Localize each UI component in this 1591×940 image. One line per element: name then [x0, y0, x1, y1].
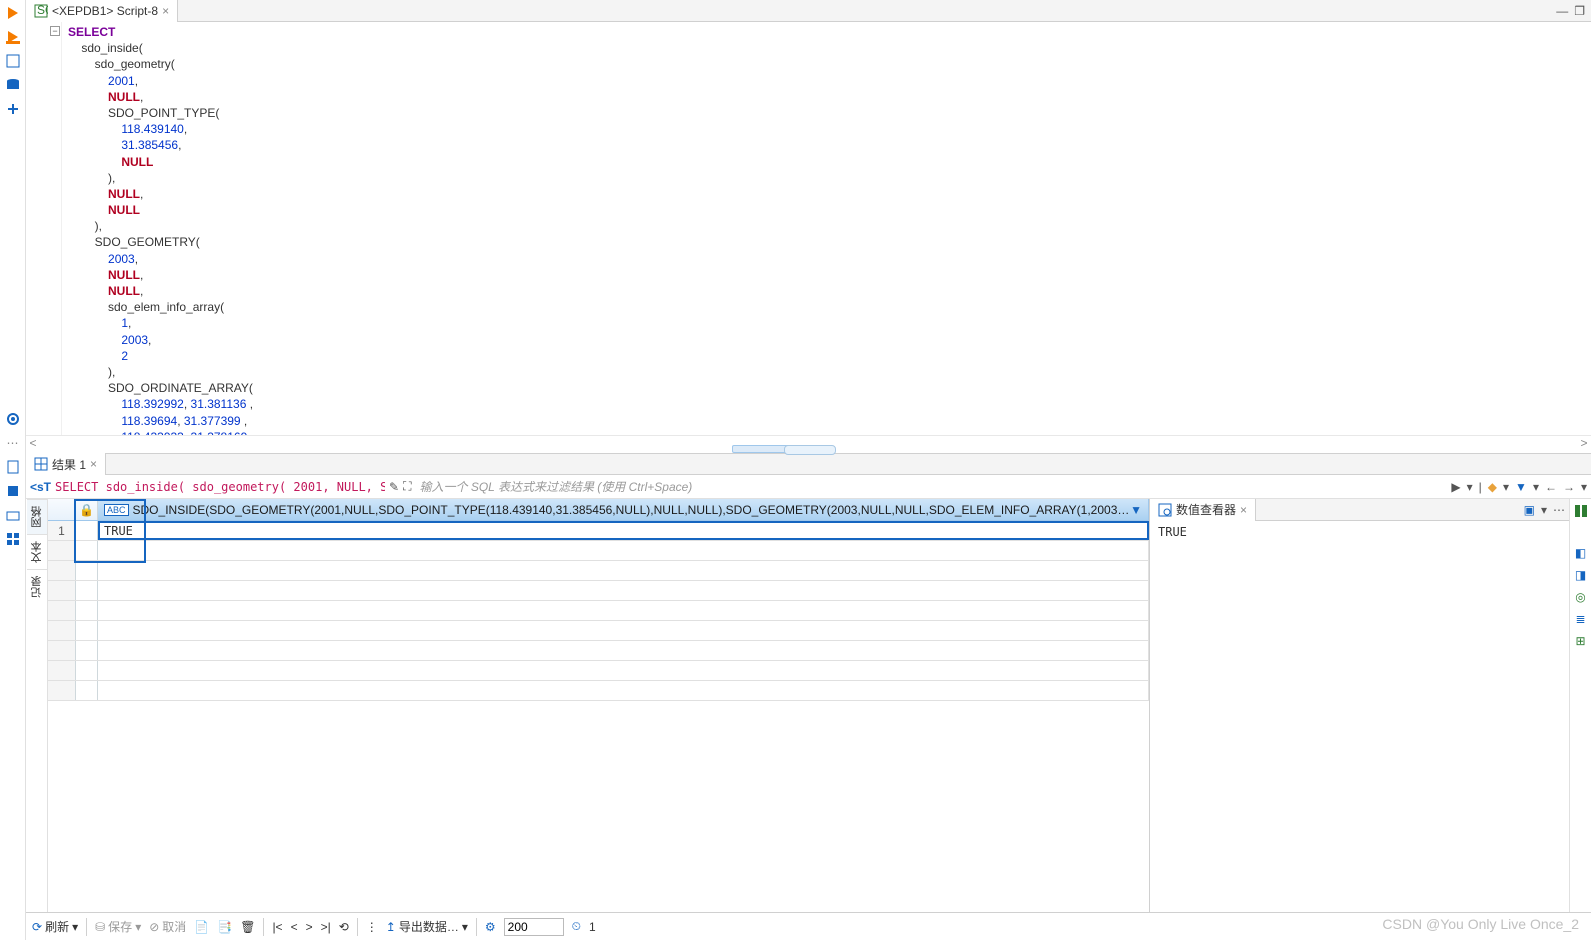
toggle-icon-2[interactable]: ◨	[1573, 567, 1589, 583]
query-summary: SELECT sdo_inside( sdo_geometry( 2001, N…	[55, 480, 385, 494]
results-tab-label: 结果 1	[52, 456, 86, 473]
fold-icon[interactable]: −	[50, 26, 60, 36]
lock-icon[interactable]: 🔒	[76, 499, 98, 520]
export-button[interactable]: ↥导出数据…▾	[386, 918, 468, 935]
edit-query-icon[interactable]: ✎	[389, 480, 399, 494]
table-row[interactable]: 1 TRUE	[48, 521, 1149, 541]
nav-next-icon[interactable]: >	[306, 920, 313, 934]
restore-icon[interactable]: ❐	[1574, 4, 1585, 18]
more-icon[interactable]: ⋯	[4, 434, 22, 452]
value-viewer-tab-label: 数值查看器	[1176, 501, 1236, 518]
toggle-icon-1[interactable]: ◧	[1573, 545, 1589, 561]
grid-corner[interactable]	[48, 499, 76, 520]
close-icon[interactable]: ×	[90, 457, 97, 471]
cancel-button[interactable]: ⊘取消	[149, 918, 186, 935]
sql-editor[interactable]: SELECT sdo_inside( sdo_geometry( 2001, N…	[62, 22, 1591, 435]
results-tab[interactable]: 结果 1 ×	[26, 453, 106, 475]
run-script-icon[interactable]	[4, 28, 22, 46]
abc-type-icon: ABC	[104, 504, 129, 516]
palette-icon[interactable]: ◆	[1488, 480, 1497, 494]
editor-tabbar: SQL <XEPDB1> Script-8 × — ❐	[26, 0, 1591, 22]
gear-icon[interactable]: ⚙	[485, 920, 496, 934]
chevron-down-icon[interactable]: ▾	[1533, 480, 1539, 494]
row-number: 1	[48, 521, 76, 540]
nav-last-icon[interactable]: >|	[321, 920, 331, 934]
result-grid: 🔒 ABC SDO_INSIDE(SDO_GEOMETRY(2001,NULL,…	[48, 499, 1149, 912]
chevron-down-icon[interactable]: ▾	[1503, 480, 1509, 494]
folder-icon[interactable]	[4, 506, 22, 524]
save-button[interactable]: ⛁保存▾	[95, 918, 141, 935]
rows-icon[interactable]: ⏲	[572, 919, 581, 934]
row-count: 1	[589, 920, 596, 934]
panels-icon[interactable]	[1573, 503, 1589, 519]
refresh-button[interactable]: ⟳刷新▾	[32, 918, 78, 935]
explain-plan-icon[interactable]	[4, 52, 22, 70]
tab-title: <XEPDB1> Script-8	[52, 4, 158, 18]
chevron-down-icon[interactable]: ▼	[1130, 503, 1142, 517]
row-limit-input[interactable]	[504, 918, 564, 936]
more-nav-icon[interactable]: ⋮	[366, 920, 378, 934]
gear-icon[interactable]	[4, 410, 22, 428]
new-file-icon[interactable]	[4, 458, 22, 476]
minimize-icon[interactable]: —	[1556, 4, 1568, 18]
column-header-text: SDO_INSIDE(SDO_GEOMETRY(2001,NULL,SDO_PO…	[133, 503, 1131, 517]
inspect-icon	[1158, 503, 1172, 517]
nav-prev-icon[interactable]: <	[291, 920, 298, 934]
svg-text:SQL: SQL	[37, 4, 48, 17]
nav-first-icon[interactable]: |<	[272, 920, 282, 934]
toggle-icon-4[interactable]: ≣	[1573, 611, 1589, 627]
column-header[interactable]: ABC SDO_INSIDE(SDO_GEOMETRY(2001,NULL,SD…	[98, 499, 1149, 520]
result-view-tabs: 网格 文本 记录	[26, 499, 48, 912]
chevron-down-icon[interactable]: ▾	[1581, 480, 1587, 494]
value-viewer-content[interactable]: TRUE	[1150, 521, 1569, 912]
duplicate-icon[interactable]: 📑	[217, 920, 232, 934]
expand-icon[interactable]: ⛶	[403, 479, 411, 494]
close-icon[interactable]: ×	[1240, 503, 1247, 517]
filter-icon[interactable]: ▼	[1515, 480, 1527, 494]
view-tab-record[interactable]: 记录	[27, 569, 47, 604]
nav-prev-icon[interactable]: ←	[1545, 480, 1557, 494]
commit-icon[interactable]	[4, 100, 22, 118]
save-file-icon[interactable]	[4, 482, 22, 500]
query-bar: <sT SELECT sdo_inside( sdo_geometry( 200…	[26, 475, 1591, 499]
more-icon[interactable]: ⋯	[1553, 503, 1565, 517]
sql-file-icon: SQL	[34, 4, 48, 18]
cell-value[interactable]: TRUE	[98, 521, 1149, 540]
play-icon[interactable]: ▶	[1451, 480, 1460, 494]
run-icon[interactable]	[4, 4, 22, 22]
toggle-icon-3[interactable]: ◎	[1573, 589, 1589, 605]
bottom-toolbar: ⟳刷新▾ ⛁保存▾ ⊘取消 📄 📑 🗑 |< < > >| ⟲ ⋮ ↥导出数据……	[26, 912, 1591, 940]
nav-refresh-icon[interactable]: ⟲	[339, 920, 349, 934]
editor-gutter: −	[26, 22, 62, 435]
filter-input[interactable]: 输入一个 SQL 表达式来过滤结果 (使用 Ctrl+Space)	[415, 478, 1447, 495]
view-tab-grid[interactable]: 网格	[27, 499, 47, 534]
close-icon[interactable]: ×	[162, 4, 169, 18]
view-tab-text[interactable]: 文本	[27, 534, 47, 569]
sql-statement-icon[interactable]: <sT	[30, 480, 51, 494]
chevron-down-icon[interactable]: ▾	[1467, 480, 1473, 494]
map-icon[interactable]: ▣	[1524, 503, 1535, 517]
left-toolbar: ⋯	[0, 0, 26, 940]
chevron-down-icon[interactable]: ▾	[1541, 503, 1547, 517]
value-viewer-panel: 数值查看器 × ▣ ▾ ⋯ TRUE	[1149, 499, 1569, 912]
toggle-icon-5[interactable]: ⊞	[1573, 633, 1589, 649]
grid-icon	[34, 457, 48, 471]
split-handle[interactable]	[26, 449, 1591, 453]
value-viewer-tab[interactable]: 数值查看器 ×	[1150, 499, 1256, 521]
db-icon[interactable]	[4, 76, 22, 94]
row-lock	[76, 521, 98, 540]
delete-icon[interactable]: 🗑	[240, 920, 255, 934]
right-panel-toolbar: ◧ ◨ ◎ ≣ ⊞	[1569, 499, 1591, 912]
nav-next-icon[interactable]: →	[1563, 480, 1575, 494]
script-icon[interactable]: 📄	[194, 920, 209, 934]
layout-icon[interactable]	[4, 530, 22, 548]
editor-tab[interactable]: SQL <XEPDB1> Script-8 ×	[26, 0, 178, 22]
results-tabbar: 结果 1 ×	[26, 453, 1591, 475]
